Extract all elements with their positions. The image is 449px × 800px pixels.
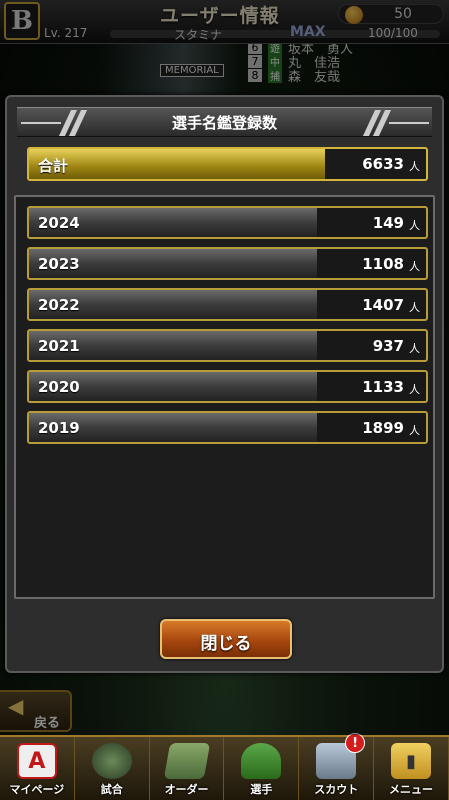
year-value: 1899 bbox=[362, 419, 404, 437]
nav-item-scout[interactable]: ! スカウト bbox=[299, 733, 375, 800]
year-row: 2019 1899 人 bbox=[27, 411, 428, 444]
total-unit: 人 bbox=[409, 160, 420, 173]
nav-item-order[interactable]: オーダー bbox=[150, 737, 225, 800]
a-logo-icon: A bbox=[16, 743, 57, 779]
year-row: 2024 149 人 bbox=[27, 206, 428, 239]
nav-label: メニュー bbox=[389, 783, 434, 796]
total-row-fill bbox=[29, 149, 325, 179]
modal-title: 選手名鑑登録数 bbox=[171, 114, 277, 132]
close-label: 閉じる bbox=[200, 634, 252, 654]
total-label: 合計 bbox=[38, 157, 69, 175]
year-unit: 人 bbox=[409, 260, 420, 273]
stadium-icon bbox=[91, 743, 132, 779]
year-row: 2023 1108 人 bbox=[27, 247, 428, 280]
modal-title-band: 選手名鑑登録数 bbox=[17, 107, 432, 137]
notification-badge: ! bbox=[345, 733, 366, 753]
year-value: 1407 bbox=[362, 296, 404, 314]
year-row: 2022 1407 人 bbox=[27, 288, 428, 321]
year-row: 2020 1133 人 bbox=[27, 370, 428, 403]
nav-item-mypage[interactable]: A マイページ bbox=[0, 737, 75, 800]
field-icon bbox=[163, 743, 210, 779]
year-value: 149 bbox=[372, 214, 404, 232]
nav-label: オーダー bbox=[164, 783, 209, 796]
nav-label: スカウト bbox=[314, 783, 359, 796]
nav-label: 試合 bbox=[100, 783, 123, 796]
year-value: 1133 bbox=[362, 378, 404, 396]
year-label: 2019 bbox=[38, 419, 80, 437]
registration-count-dialog: 選手名鑑登録数 合計 6633 人 2024 149 人 2023 1108 人… bbox=[5, 95, 444, 673]
nav-item-game[interactable]: 試合 bbox=[75, 737, 150, 800]
year-unit: 人 bbox=[409, 383, 420, 396]
year-row: 2021 937 人 bbox=[27, 329, 428, 362]
year-value: 1108 bbox=[362, 255, 404, 273]
year-label: 2022 bbox=[38, 296, 80, 314]
year-label: 2023 bbox=[38, 255, 80, 273]
year-value: 937 bbox=[372, 337, 404, 355]
year-unit: 人 bbox=[409, 342, 420, 355]
nav-label: マイページ bbox=[9, 783, 65, 796]
year-unit: 人 bbox=[409, 219, 420, 232]
year-unit: 人 bbox=[409, 424, 420, 437]
total-value: 6633 bbox=[362, 155, 404, 173]
close-button[interactable]: 閉じる bbox=[160, 619, 292, 659]
total-row: 合計 6633 人 bbox=[27, 147, 428, 181]
bottom-nav: A マイページ 試合 オーダー 選手 ! スカウト ▮ メニュー bbox=[0, 733, 449, 800]
year-list-panel[interactable]: 2024 149 人 2023 1108 人 2022 1407 人 2021 … bbox=[14, 195, 435, 599]
nav-item-menu[interactable]: ▮ メニュー bbox=[374, 737, 449, 800]
year-label: 2020 bbox=[38, 378, 80, 396]
nav-item-players[interactable]: 選手 bbox=[224, 737, 300, 800]
nav-label: 選手 bbox=[250, 783, 273, 796]
player-icon bbox=[241, 743, 282, 779]
year-unit: 人 bbox=[409, 301, 420, 314]
year-label: 2021 bbox=[38, 337, 80, 355]
menu-icon: ▮ bbox=[391, 743, 432, 779]
year-label: 2024 bbox=[38, 214, 80, 232]
